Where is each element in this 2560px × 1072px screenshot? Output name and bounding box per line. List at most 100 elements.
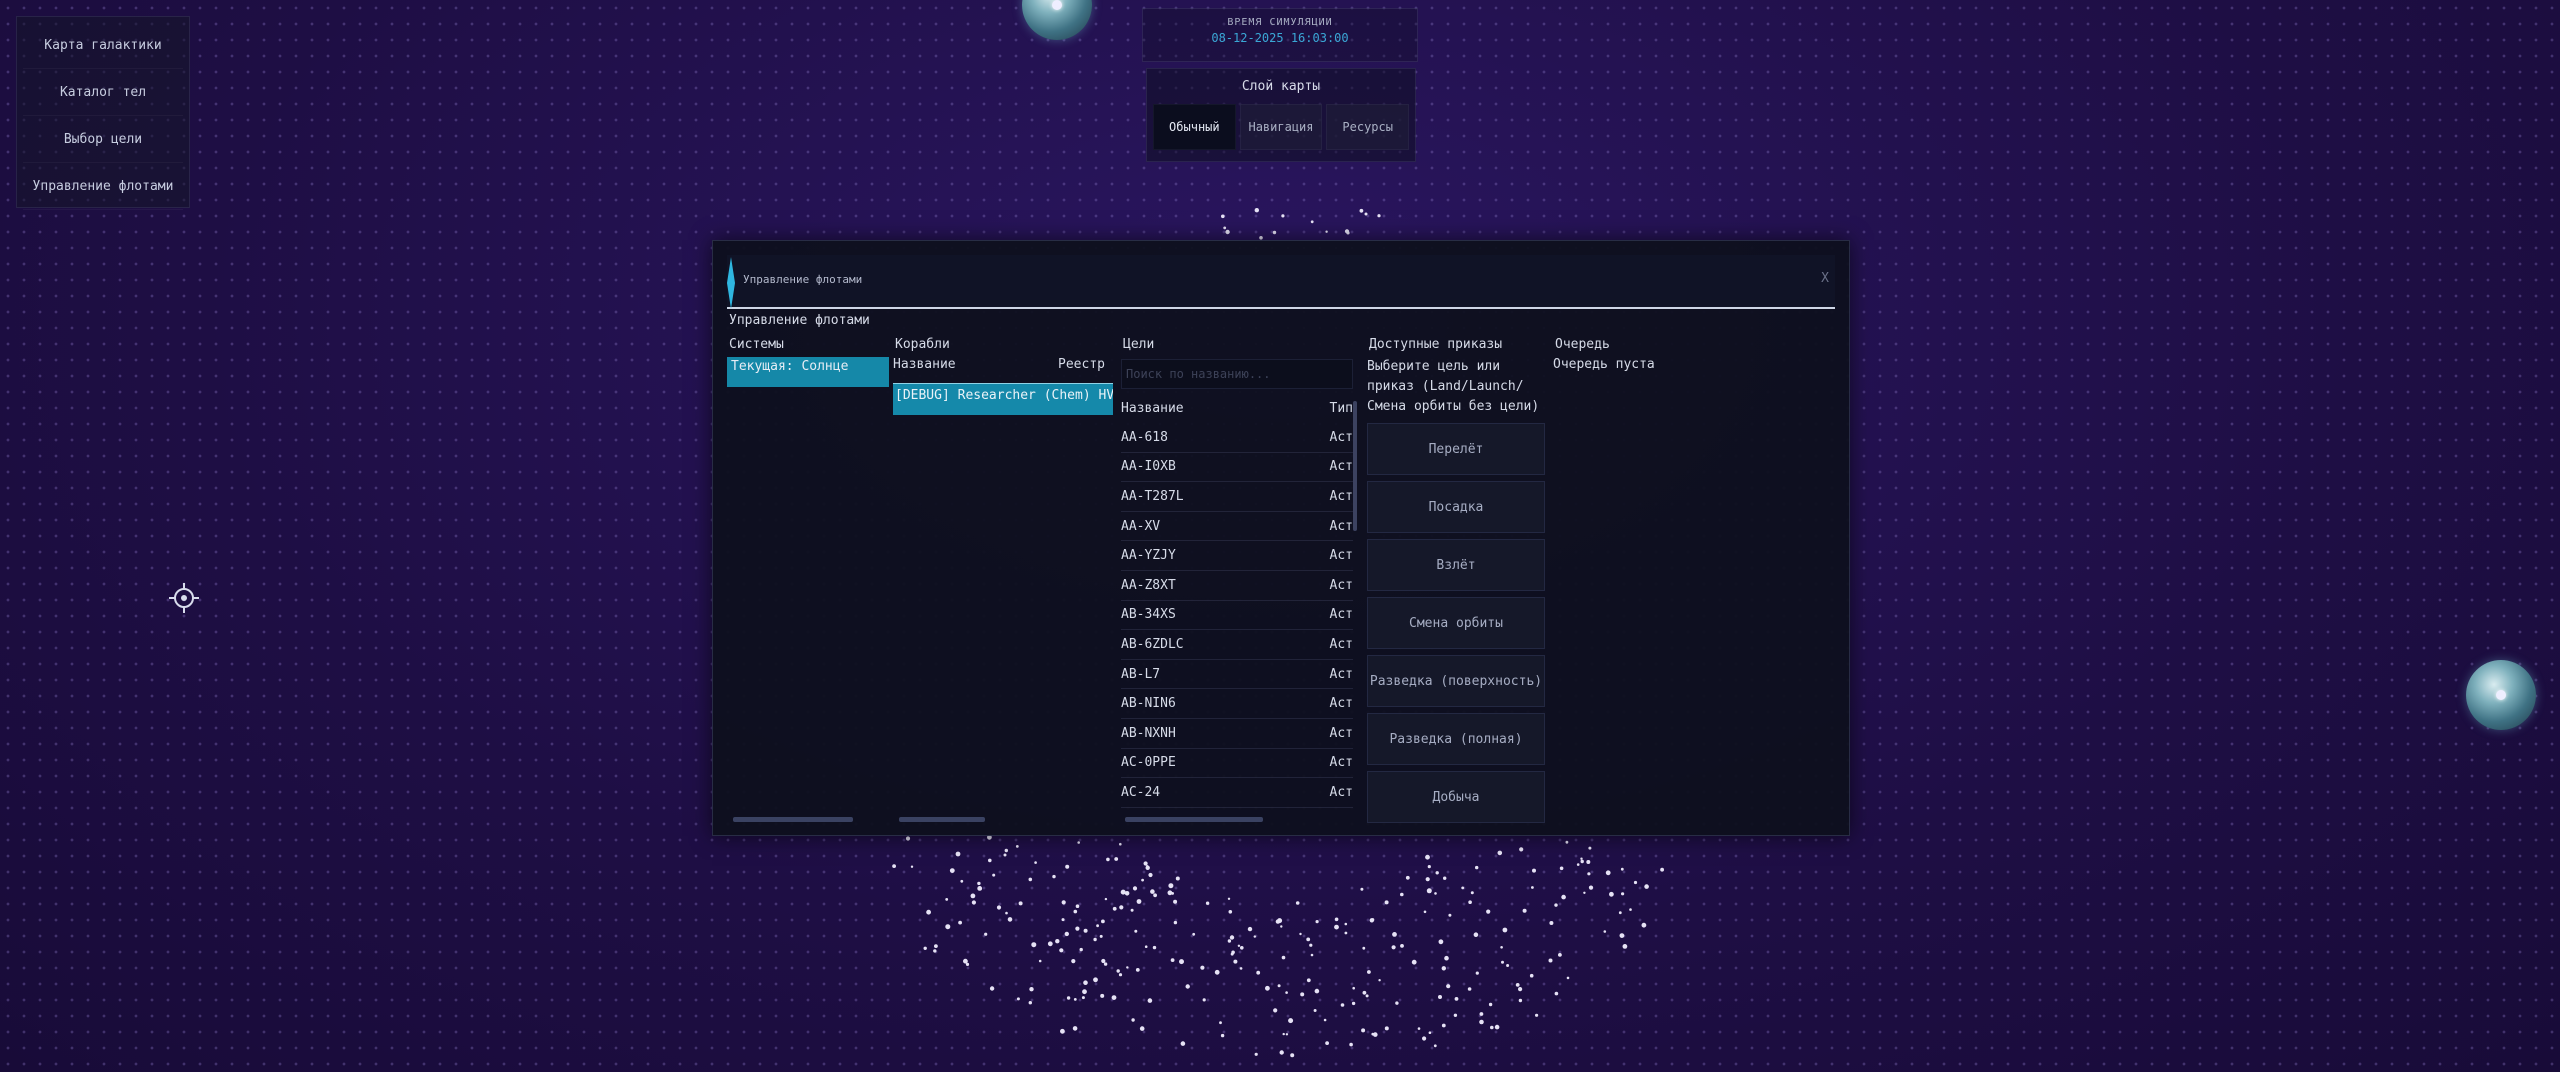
target-row[interactable]: AB-L7 Аст: [1121, 660, 1353, 690]
star: [1417, 1027, 1421, 1030]
tab-normal[interactable]: Обычный: [1153, 104, 1236, 150]
star: [1377, 214, 1381, 218]
modal-subtitle: Управление флотами: [729, 313, 870, 328]
planet-top[interactable]: [1022, 0, 1092, 40]
nav-fleet-management-button[interactable]: Управление флотами: [23, 164, 183, 210]
star: [1565, 840, 1569, 844]
star: [1532, 868, 1536, 873]
star: [1443, 876, 1447, 880]
ships-col-registry[interactable]: Реестр: [1058, 357, 1105, 375]
target-row[interactable]: AB-6ZDLC Аст: [1121, 630, 1353, 660]
star: [1515, 983, 1520, 987]
star: [1310, 220, 1314, 224]
star: [1099, 934, 1103, 938]
target-search-input[interactable]: [1121, 359, 1353, 389]
order-orbit-change-button[interactable]: Смена орбиты: [1367, 597, 1545, 649]
star: [992, 873, 996, 877]
nav-body-catalog-button[interactable]: Каталог тел: [23, 70, 183, 116]
star: [1434, 892, 1437, 895]
star: [1141, 878, 1144, 882]
target-row[interactable]: AC-24 Аст: [1121, 778, 1353, 808]
systems-title: Системы: [729, 337, 784, 352]
star: [1561, 894, 1566, 900]
star: [1548, 958, 1553, 963]
star: [1619, 933, 1625, 938]
target-row[interactable]: AA-YZJY Аст: [1121, 541, 1353, 571]
star: [1438, 995, 1442, 999]
target-row[interactable]: AA-XV Аст: [1121, 512, 1353, 542]
star: [1519, 847, 1524, 852]
tab-resources[interactable]: Ресурсы: [1326, 104, 1410, 150]
star: [977, 881, 981, 886]
order-mining-button[interactable]: Добыча: [1367, 771, 1545, 823]
star: [1083, 980, 1088, 985]
crosshair-icon[interactable]: [168, 582, 200, 614]
star: [1620, 867, 1624, 871]
target-type: Аст: [1329, 696, 1353, 712]
target-row[interactable]: AB-34XS Аст: [1121, 601, 1353, 631]
planet-right[interactable]: [2466, 660, 2536, 730]
star: [1082, 989, 1087, 995]
order-launch-button[interactable]: Взлёт: [1367, 539, 1545, 591]
star: [1273, 1008, 1278, 1013]
star: [1438, 939, 1444, 945]
target-name: AA-XV: [1121, 518, 1161, 534]
ships-hscrollbar[interactable]: [899, 817, 985, 822]
star: [1116, 969, 1120, 973]
star: [1240, 946, 1244, 950]
order-transfer-button[interactable]: Перелёт: [1367, 423, 1545, 475]
star: [1426, 888, 1432, 894]
star: [1253, 935, 1257, 938]
star: [1096, 924, 1099, 928]
order-land-button[interactable]: Посадка: [1367, 481, 1545, 533]
star: [1152, 945, 1157, 950]
target-name: AA-I0XB: [1121, 459, 1176, 475]
star: [1448, 913, 1452, 917]
star: [1150, 889, 1155, 894]
star: [1279, 1050, 1284, 1055]
star: [1280, 925, 1283, 928]
target-row[interactable]: AA-618 Аст: [1121, 423, 1353, 453]
star: [1518, 998, 1523, 1003]
target-row[interactable]: AB-NIN6 Аст: [1121, 689, 1353, 719]
systems-hscrollbar[interactable]: [733, 817, 853, 822]
map-layer-panel: Слой карты Обычный Навигация Ресурсы: [1146, 68, 1416, 162]
star: [1083, 928, 1088, 933]
star: [1392, 932, 1397, 937]
star: [989, 986, 995, 991]
close-button[interactable]: X: [1821, 271, 1829, 286]
targets-scrollbar[interactable]: [1353, 401, 1357, 531]
nav-galaxy-map-button[interactable]: Карта галактики: [23, 23, 183, 69]
ship-row[interactable]: [DEBUG] Researcher (Chem) HVE-: [893, 383, 1113, 415]
star: [1411, 959, 1417, 965]
targets-col-type[interactable]: Тип: [1330, 401, 1353, 419]
star: [1583, 891, 1586, 894]
target-row[interactable]: AA-T287L Аст: [1121, 482, 1353, 512]
star: [971, 900, 977, 905]
system-item[interactable]: Текущая: Солнце: [727, 357, 889, 387]
targets-col-name[interactable]: Название: [1121, 401, 1184, 419]
ships-col-name[interactable]: Название: [893, 357, 956, 375]
star: [1384, 1026, 1389, 1031]
target-row[interactable]: AB-NXNH Аст: [1121, 719, 1353, 749]
target-row[interactable]: AC-0PPE Аст: [1121, 749, 1353, 779]
star: [1118, 973, 1123, 977]
star: [933, 949, 937, 953]
order-survey-surface-button[interactable]: Разведка (поверхность): [1367, 655, 1545, 707]
order-survey-full-button[interactable]: Разведка (полная): [1367, 713, 1545, 765]
star: [1314, 988, 1320, 994]
targets-hscrollbar[interactable]: [1125, 817, 1263, 822]
star: [1120, 889, 1126, 895]
target-row[interactable]: AA-Z8XT Аст: [1121, 571, 1353, 601]
star: [1029, 987, 1034, 992]
star: [1334, 924, 1339, 930]
star: [996, 905, 1002, 910]
star: [1502, 927, 1508, 933]
target-row[interactable]: AA-I0XB Аст: [1121, 453, 1353, 483]
nav-target-select-button[interactable]: Выбор цели: [23, 117, 183, 163]
star: [1119, 842, 1122, 846]
target-name: AB-6ZDLC: [1121, 636, 1184, 652]
star: [1124, 891, 1130, 896]
star: [1228, 910, 1233, 914]
tab-navigation[interactable]: Навигация: [1239, 104, 1323, 150]
